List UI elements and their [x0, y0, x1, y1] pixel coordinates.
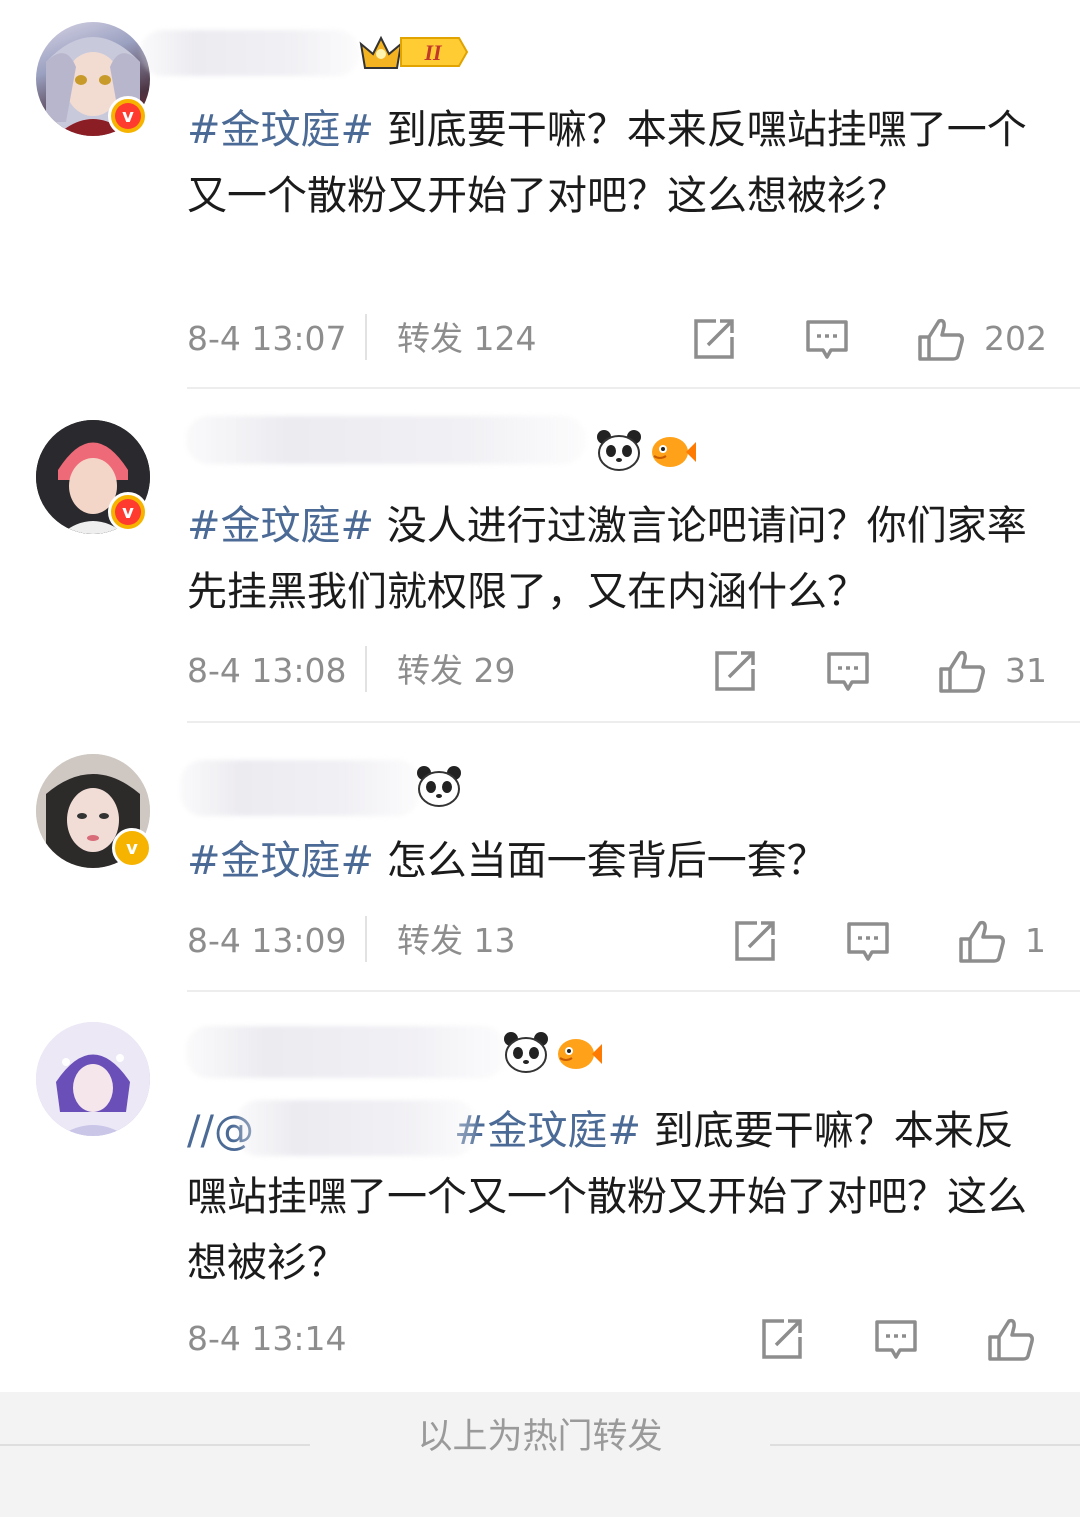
- username-redacted[interactable]: [186, 416, 586, 464]
- hashtag-link[interactable]: #金玟庭#: [187, 107, 374, 153]
- post-meta: 8-4 13:09 转发 13 1: [187, 916, 1047, 966]
- post-text: #金玟庭# 到底要干嘛？本来反嘿站挂嘿了一个又一个散粉又开始了对吧？这么想被衫？: [187, 97, 1037, 229]
- post-text: #金玟庭# 没人进行过激言论吧请问？你们家率先挂黑我们就权限了，又在内涵什么？: [187, 493, 1037, 625]
- username-redacted[interactable]: [186, 1026, 506, 1078]
- hot-reposts-footer: 以上为热门转发: [0, 1392, 1080, 1517]
- mention-redacted[interactable]: [236, 1100, 476, 1156]
- post-3: v #金玟庭# 怎么当面一套背后一套？ 8-4 13:09 转发 13 1: [0, 724, 1080, 992]
- repost-icon[interactable]: [713, 649, 757, 693]
- panda-emoji: [503, 1030, 549, 1078]
- post-time: 8-4 13:07: [187, 319, 347, 358]
- like-icon[interactable]: [938, 649, 986, 693]
- avatar-image: [36, 1022, 150, 1136]
- post-divider: [187, 387, 1080, 389]
- hashtag-link[interactable]: #金玟庭#: [187, 838, 374, 884]
- post-meta: 8-4 13:07 转发 124 202: [187, 314, 1047, 364]
- repost-icon[interactable]: [733, 919, 777, 963]
- post-meta: 8-4 13:08 转发 29 31: [187, 646, 1047, 696]
- fish-emoji: [650, 428, 696, 476]
- like-count: 31: [1005, 651, 1047, 690]
- post-body: 怎么当面一套背后一套？: [374, 838, 827, 884]
- verified-badge-icon: v: [108, 492, 148, 532]
- post-time: 8-4 13:09: [187, 921, 347, 960]
- divider: [365, 646, 367, 692]
- fish-emoji: [556, 1030, 602, 1078]
- post-divider: [187, 721, 1080, 723]
- username-redacted[interactable]: [140, 30, 360, 76]
- like-icon[interactable]: [917, 317, 965, 361]
- comment-icon[interactable]: [874, 1317, 918, 1361]
- repost-icon[interactable]: [692, 317, 736, 361]
- post-1: v II #金玟庭# 到底要干嘛？本来反嘿站挂嘿了一个又一个散粉又开始了对吧？这…: [0, 0, 1080, 390]
- repost-count[interactable]: 转发 13: [397, 916, 515, 966]
- hashtag-link[interactable]: #金玟庭#: [454, 1108, 641, 1154]
- divider: [365, 916, 367, 962]
- post-time: 8-4 13:08: [187, 651, 347, 690]
- svg-text:II: II: [423, 40, 443, 65]
- hashtag-link[interactable]: #金玟庭#: [187, 503, 374, 549]
- repost-count[interactable]: 转发 124: [397, 314, 536, 364]
- comment-icon[interactable]: [846, 919, 890, 963]
- panda-emoji: [596, 428, 642, 476]
- post-text: #金玟庭# 怎么当面一套背后一套？: [187, 828, 1037, 894]
- panda-emoji: [416, 764, 462, 812]
- like-icon[interactable]: [958, 919, 1006, 963]
- footer-label: 以上为热门转发: [417, 1417, 663, 1457]
- like-count: 1: [1025, 921, 1046, 960]
- verified-badge-icon: v: [112, 828, 152, 868]
- username-redacted[interactable]: [180, 760, 420, 816]
- post-meta: 8-4 13:14: [187, 1314, 1047, 1364]
- repost-icon[interactable]: [760, 1317, 804, 1361]
- comment-icon[interactable]: [826, 649, 870, 693]
- verified-badge-icon: v: [108, 96, 148, 136]
- comment-icon[interactable]: [805, 317, 849, 361]
- like-icon[interactable]: [987, 1317, 1035, 1361]
- post-4: //@ #金玟庭# 到底要干嘛？本来反嘿站挂嘿了一个又一个散粉又开始了对吧？这么想…: [0, 992, 1080, 1392]
- post-time: 8-4 13:14: [187, 1319, 347, 1358]
- crown-badge-icon: II: [355, 30, 470, 74]
- repost-count[interactable]: 转发 29: [397, 646, 515, 696]
- post-2: v #金玟庭# 没人进行过激言论吧请问？你们家率先挂黑我们就权限了，又在内涵什么…: [0, 390, 1080, 724]
- like-count: 202: [984, 319, 1047, 358]
- avatar[interactable]: [36, 1022, 150, 1136]
- divider: [365, 314, 367, 360]
